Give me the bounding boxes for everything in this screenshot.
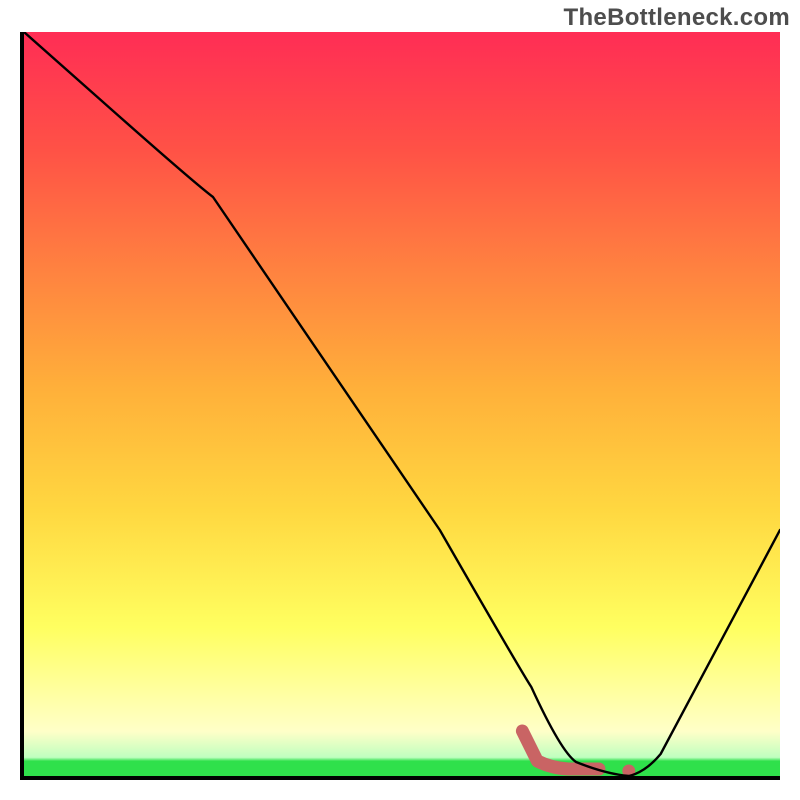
chart-canvas: TheBottleneck.com bbox=[0, 0, 800, 800]
marker-segment bbox=[522, 731, 599, 769]
plot-area bbox=[20, 32, 780, 780]
bottleneck-curve bbox=[24, 32, 780, 776]
watermark-text: TheBottleneck.com bbox=[564, 4, 790, 32]
curve-layer bbox=[24, 32, 780, 776]
